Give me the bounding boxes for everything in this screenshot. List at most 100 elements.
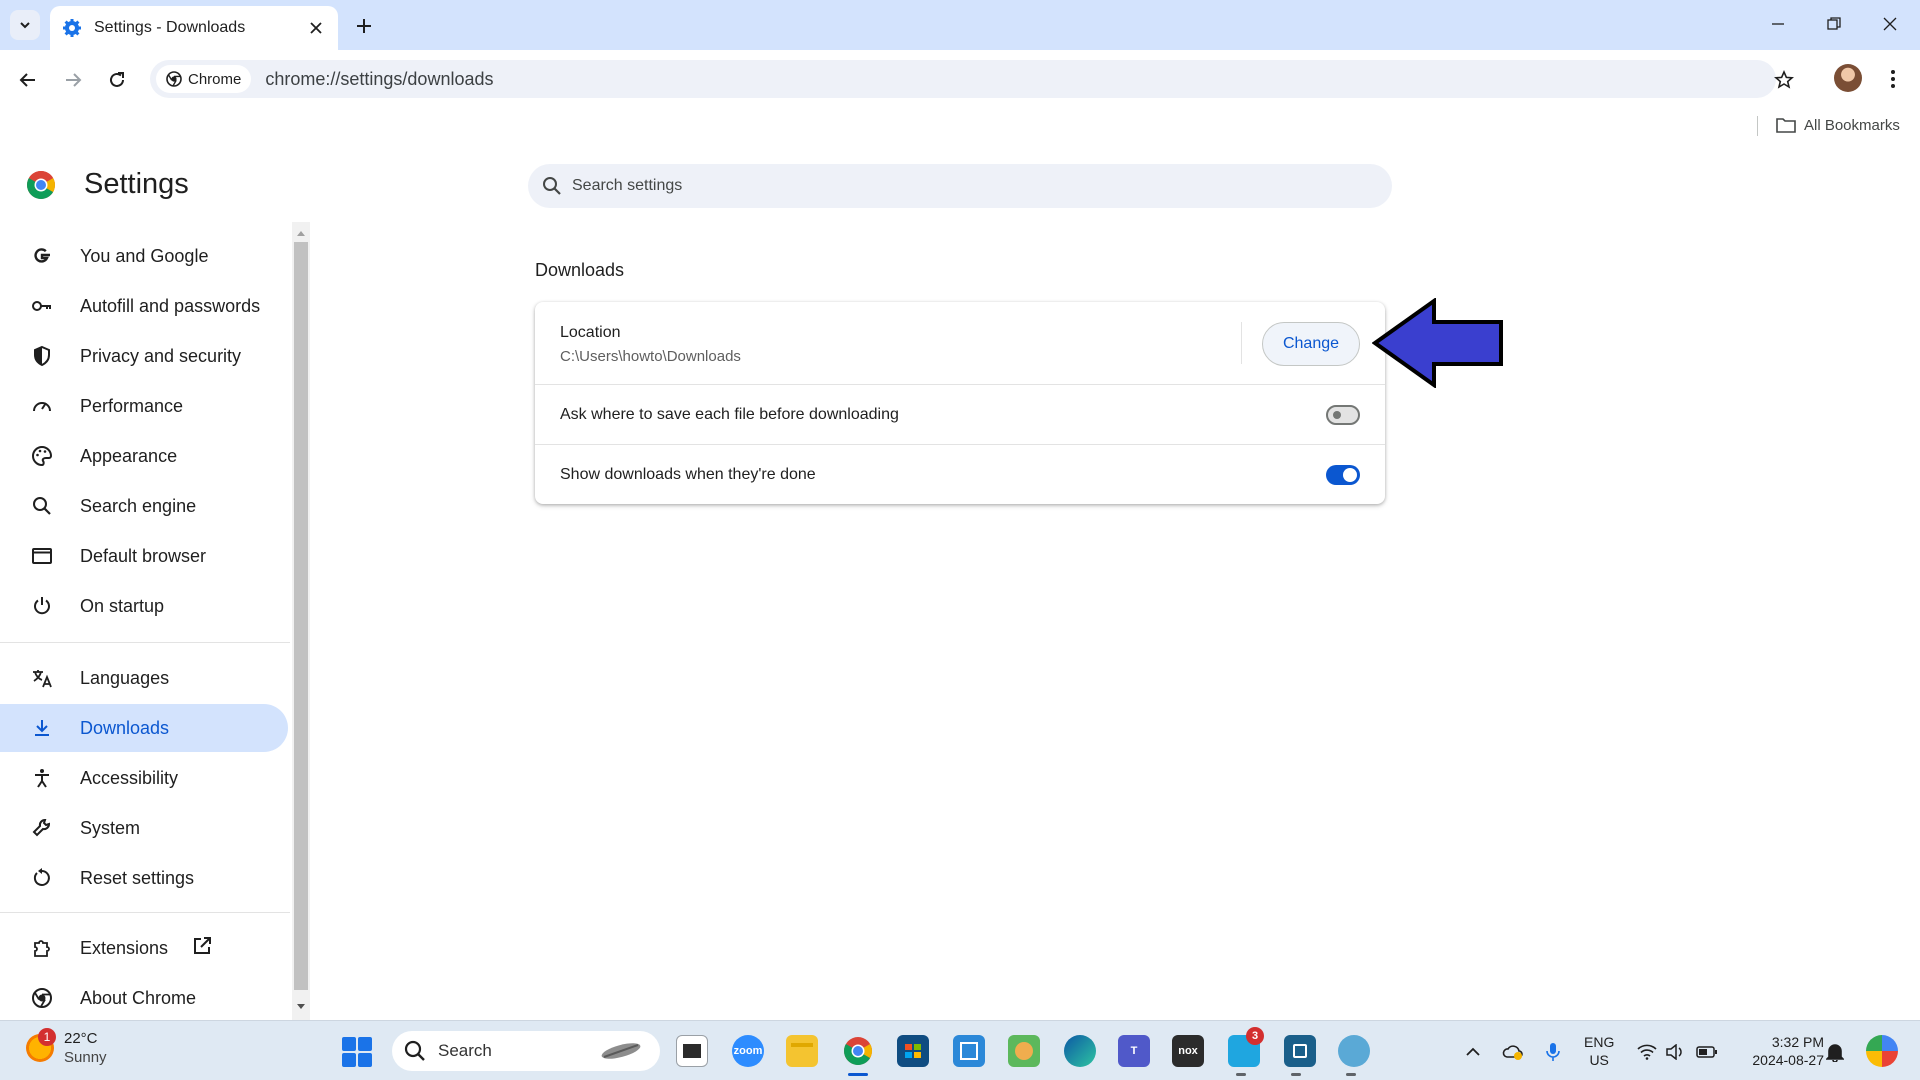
reload-button[interactable] xyxy=(101,64,133,96)
minimize-button[interactable] xyxy=(1760,10,1796,38)
folder-icon xyxy=(1776,118,1796,133)
puzzle-icon xyxy=(30,936,54,960)
sidebar-item-privacy[interactable]: Privacy and security xyxy=(0,332,288,380)
profile-avatar[interactable] xyxy=(1834,64,1862,92)
volume-icon[interactable] xyxy=(1662,1039,1688,1065)
sandbox-app-icon[interactable] xyxy=(953,1035,985,1067)
section-title: Downloads xyxy=(535,260,625,280)
restore-button[interactable] xyxy=(1816,10,1852,38)
input-language-indicator[interactable]: ENG US xyxy=(1584,1033,1614,1069)
zoom-app-icon[interactable]: zoom xyxy=(732,1035,764,1067)
tab-search-button[interactable] xyxy=(10,10,40,40)
address-bar[interactable]: Chrome chrome://settings/downloads xyxy=(150,60,1776,98)
sidebar-item-label: Languages xyxy=(80,667,170,688)
teams-icon[interactable]: T xyxy=(1118,1035,1150,1067)
chrome-menu-button[interactable] xyxy=(1880,64,1906,94)
chrome-taskbar-icon[interactable] xyxy=(842,1035,874,1067)
reset-icon xyxy=(30,866,54,890)
close-tab-icon[interactable] xyxy=(306,18,326,38)
tab-settings[interactable]: Settings - Downloads xyxy=(50,6,338,50)
sidebar-item-downloads[interactable]: Downloads xyxy=(0,704,288,752)
key-icon xyxy=(30,294,54,318)
messenger-app-icon[interactable]: 3 xyxy=(1228,1027,1264,1067)
sidebar-item-you-and-google[interactable]: You and Google xyxy=(0,232,288,280)
search-placeholder: Search settings xyxy=(572,177,683,194)
scroll-down-arrow-icon[interactable] xyxy=(294,1000,308,1014)
page-title: Settings xyxy=(84,168,189,200)
change-location-button[interactable]: Change xyxy=(1262,322,1360,366)
sidebar-item-label: System xyxy=(80,817,141,838)
search-settings-input[interactable]: Search settings xyxy=(528,164,1392,208)
sidebar-item-about-chrome[interactable]: About Chrome xyxy=(0,974,288,1022)
windows-logo-icon xyxy=(342,1037,356,1051)
ask-where-label: Ask where to save each file before downl… xyxy=(560,405,899,423)
sidebar-item-label: Autofill and passwords xyxy=(80,295,261,316)
star-icon xyxy=(1774,70,1794,89)
back-button[interactable] xyxy=(12,64,44,96)
close-window-button[interactable] xyxy=(1872,10,1908,38)
show-downloads-row[interactable]: Show downloads when they're done xyxy=(535,444,1385,504)
sidebar-item-performance[interactable]: Performance xyxy=(0,382,288,430)
bookmark-star-button[interactable] xyxy=(1770,66,1798,94)
file-explorer-icon[interactable] xyxy=(786,1035,818,1067)
nox-player-icon[interactable]: nox xyxy=(1172,1035,1204,1067)
battery-icon[interactable] xyxy=(1694,1039,1720,1065)
sidebar-divider xyxy=(0,642,290,643)
onedrive-warning-icon[interactable] xyxy=(1500,1039,1526,1065)
system-clock[interactable]: 3:32 PM 2024-08-27 xyxy=(1738,1033,1824,1069)
network-tool-icon[interactable] xyxy=(1338,1035,1370,1067)
weather-temperature: 22°C xyxy=(64,1030,98,1047)
microphone-icon[interactable] xyxy=(1540,1039,1566,1065)
copilot-icon[interactable] xyxy=(1866,1035,1898,1067)
sidebar-item-label: Performance xyxy=(80,395,184,416)
url-text[interactable]: chrome://settings/downloads xyxy=(265,69,493,90)
arrow-left-icon xyxy=(19,73,35,87)
all-bookmarks-button[interactable]: All Bookmarks xyxy=(1776,114,1900,136)
gear-icon xyxy=(63,19,81,37)
wifi-icon[interactable] xyxy=(1634,1039,1660,1065)
sun-icon: 1 xyxy=(26,1028,56,1062)
notification-bell-icon[interactable] xyxy=(1822,1039,1848,1065)
ask-where-toggle[interactable] xyxy=(1326,405,1360,425)
scroll-up-arrow-icon[interactable] xyxy=(294,226,308,240)
tab-strip: Settings - Downloads xyxy=(0,0,1920,50)
location-value: C:\Users\howto\Downloads xyxy=(560,348,741,365)
sidebar-item-label: Appearance xyxy=(80,445,178,466)
taskbar-search[interactable]: Search xyxy=(392,1031,660,1071)
taskbar-search-label: Search xyxy=(438,1041,492,1060)
site-info-chip[interactable]: Chrome xyxy=(156,65,252,93)
sidebar-item-appearance[interactable]: Appearance xyxy=(0,432,288,480)
start-button[interactable] xyxy=(342,1037,372,1067)
sidebar-item-default-browser[interactable]: Default browser xyxy=(0,532,288,580)
edge-icon[interactable] xyxy=(1064,1035,1096,1067)
task-view-icon[interactable] xyxy=(676,1035,708,1067)
sidebar-item-reset-settings[interactable]: Reset settings xyxy=(0,854,288,902)
sidebar-item-system[interactable]: System xyxy=(0,804,288,852)
screen-recorder-icon[interactable] xyxy=(1284,1035,1316,1067)
sidebar-item-label: Default browser xyxy=(80,545,207,566)
forward-button[interactable] xyxy=(57,64,89,96)
search-icon xyxy=(404,1040,425,1061)
sidebar-item-accessibility[interactable]: Accessibility xyxy=(0,754,288,802)
new-tab-button[interactable] xyxy=(350,12,378,40)
microsoft-store-icon[interactable] xyxy=(897,1035,929,1067)
show-downloads-toggle[interactable] xyxy=(1326,465,1360,485)
sidebar-item-search-engine[interactable]: Search engine xyxy=(0,482,288,530)
windows-taskbar: 1 22°C Sunny Search zoom T nox 3 ENG US xyxy=(0,1020,1920,1080)
search-icon xyxy=(543,177,561,195)
sidebar-item-autofill[interactable]: Autofill and passwords xyxy=(0,282,288,330)
weather-widget[interactable]: 1 22°C Sunny xyxy=(26,1028,107,1067)
sidebar-item-label: Accessibility xyxy=(80,767,179,788)
sidebar-item-on-startup[interactable]: On startup xyxy=(0,582,288,630)
sidebar-item-languages[interactable]: Languages xyxy=(0,654,288,702)
ask-where-row[interactable]: Ask where to save each file before downl… xyxy=(535,384,1385,444)
sidebar-item-extensions[interactable]: Extensions xyxy=(0,924,288,972)
sidebar-item-label: You and Google xyxy=(80,245,209,266)
active-app-indicator xyxy=(848,1073,868,1076)
tray-overflow-chevron-icon[interactable] xyxy=(1460,1039,1486,1065)
open-in-new-icon xyxy=(192,936,212,961)
sidebar-item-label: Privacy and security xyxy=(80,345,242,366)
paint-app-icon[interactable] xyxy=(1008,1035,1040,1067)
minimize-icon xyxy=(1772,23,1784,25)
sidebar-scrollbar-thumb[interactable] xyxy=(294,242,308,990)
